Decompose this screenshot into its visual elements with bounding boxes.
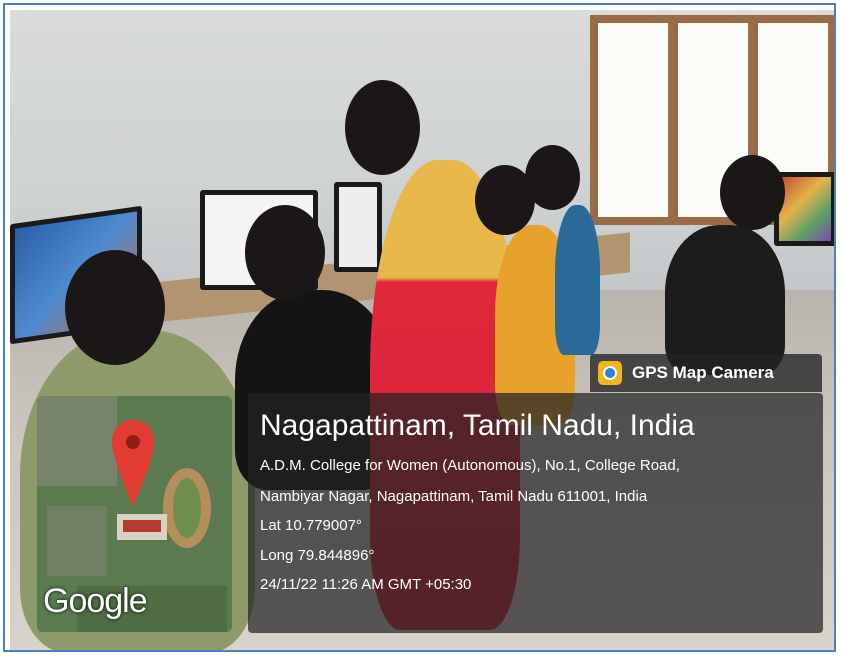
student-right-head — [720, 155, 785, 230]
badge-label: GPS Map Camera — [632, 363, 774, 382]
google-logo: Google — [43, 582, 148, 620]
satellite-map-thumbnail: Google — [37, 396, 232, 632]
latitude: Lat 10.779007° — [260, 517, 362, 534]
student-right — [665, 225, 785, 375]
location-title: Nagapattinam, Tamil Nadu, India — [260, 409, 695, 442]
student-teal-top-head — [525, 145, 580, 210]
gps-map-camera-icon — [598, 361, 622, 385]
longitude: Long 79.844896° — [260, 547, 375, 564]
date-time: 24/11/22 11:26 AM GMT +05:30 — [260, 576, 472, 593]
address-line-2: Nambiyar Nagar, Nagapattinam, Tamil Nadu… — [260, 488, 648, 505]
map-pin-icon — [110, 418, 156, 515]
image-frame: GPS Map Camera Nagapattinam, Tamil Nadu,… — [3, 3, 836, 652]
student-front-left-head — [65, 250, 165, 365]
monitor-right — [334, 182, 382, 272]
gps-map-camera-badge: GPS Map Camera — [590, 354, 822, 392]
address-line-1: A.D.M. College for Women (Autonomous), N… — [260, 457, 680, 474]
teacher-head — [345, 80, 420, 175]
student-teal-top — [555, 205, 600, 355]
student-center-head — [245, 205, 325, 300]
